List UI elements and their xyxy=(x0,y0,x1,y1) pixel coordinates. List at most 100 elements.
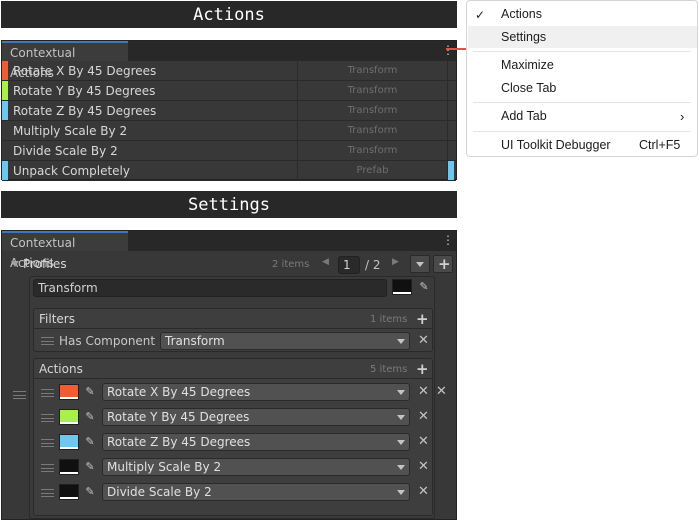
chevron-down-icon xyxy=(397,415,405,420)
profiles-label[interactable]: Profiles xyxy=(23,257,67,271)
action-right-strip xyxy=(448,61,454,80)
drag-handle-icon[interactable] xyxy=(41,389,54,397)
menu-separator xyxy=(473,102,691,103)
action-right-strip xyxy=(448,101,454,120)
action-row[interactable]: Rotate Z By 45 Degrees Transform xyxy=(2,101,456,121)
actions-label: Actions xyxy=(39,362,83,376)
eyedropper-icon[interactable]: ✎ xyxy=(82,484,98,500)
action-name: Divide Scale By 2 xyxy=(8,141,298,160)
drag-handle-icon[interactable] xyxy=(41,489,54,497)
action-name: Multiply Scale By 2 xyxy=(8,121,298,140)
chevron-right-icon: › xyxy=(680,109,685,124)
drag-handle-icon[interactable] xyxy=(41,464,54,472)
profiles-header: Profiles 2 items ◀ 1 / 2 ▶ + xyxy=(2,254,456,276)
menu-item-close-tab[interactable]: Close Tab xyxy=(501,78,556,98)
filter-label: Has Component xyxy=(59,334,156,348)
action-row[interactable]: Multiply Scale By 2 Transform xyxy=(2,121,456,141)
remove-action-icon[interactable]: ✕ xyxy=(418,435,429,449)
action-color-swatch[interactable] xyxy=(59,384,79,400)
action-value: Rotate Y By 45 Degrees xyxy=(107,410,250,424)
profile-drag-handle-icon[interactable] xyxy=(13,391,26,399)
eyedropper-icon[interactable]: ✎ xyxy=(82,384,98,400)
remove-action-icon[interactable]: ✕ xyxy=(418,385,429,399)
action-name: Unpack Completely xyxy=(8,161,298,180)
actions-section-title: Actions xyxy=(1,1,457,28)
next-page-icon[interactable]: ▶ xyxy=(392,257,399,267)
action-right-strip xyxy=(448,141,454,160)
action-row[interactable]: Divide Scale By 2 Transform xyxy=(2,141,456,161)
action-type-dropdown[interactable]: Rotate Z By 45 Degrees xyxy=(102,433,410,451)
prev-page-icon[interactable]: ◀ xyxy=(322,257,329,267)
action-row[interactable]: Rotate X By 45 Degrees Transform xyxy=(2,61,456,81)
action-row[interactable]: Rotate Y By 45 Degrees Transform xyxy=(2,81,456,101)
action-setting-row: ✎ Multiply Scale By 2 ✕ xyxy=(34,455,432,480)
menu-item-settings[interactable]: Settings xyxy=(501,27,546,47)
filters-count: 1 items xyxy=(370,314,408,325)
eyedropper-icon[interactable]: ✎ xyxy=(82,459,98,475)
action-type-dropdown[interactable]: Rotate X By 45 Degrees xyxy=(102,383,410,401)
settings-tabbar: Contextual Actions ⋮ xyxy=(2,231,456,270)
page-input[interactable]: 1 xyxy=(338,256,360,274)
eyedropper-icon[interactable]: ✎ xyxy=(82,409,98,425)
menu-item-maximize[interactable]: Maximize xyxy=(501,55,554,75)
actions-section: Actions 5 items + ✎ Rotate X By 45 Degre… xyxy=(33,358,433,516)
menu-separator xyxy=(473,51,691,52)
chevron-down-icon xyxy=(397,390,405,395)
action-setting-row: ✎ Rotate Y By 45 Degrees ✕ xyxy=(34,405,432,430)
remove-action-icon[interactable]: ✕ xyxy=(418,485,429,499)
action-type-dropdown[interactable]: Divide Scale By 2 xyxy=(102,483,410,501)
add-profile-button[interactable]: + xyxy=(433,255,453,273)
kebab-menu-icon[interactable]: ⋮ xyxy=(442,234,454,246)
menu-item-ui-toolkit-debugger[interactable]: UI Toolkit Debugger xyxy=(501,135,611,155)
profile-name-input[interactable]: Transform xyxy=(33,279,387,297)
chevron-down-icon xyxy=(397,465,405,470)
filters-section: Filters 1 items + Has Component Transfor… xyxy=(33,308,433,352)
settings-window: Contextual Actions ⋮ Profiles 2 items ◀ … xyxy=(1,230,457,520)
remove-action-icon[interactable]: ✕ xyxy=(418,410,429,424)
action-type-dropdown[interactable]: Multiply Scale By 2 xyxy=(102,458,410,476)
filters-header: Filters 1 items + xyxy=(34,309,432,329)
action-right-strip xyxy=(448,121,454,140)
action-color-swatch[interactable] xyxy=(59,409,79,425)
actions-tabbar: Contextual Actions ⋮ xyxy=(2,41,456,80)
action-name: Rotate X By 45 Degrees xyxy=(8,61,298,80)
action-color-swatch[interactable] xyxy=(59,459,79,475)
eyedropper-icon[interactable]: ✎ xyxy=(82,434,98,450)
eyedropper-icon[interactable]: ✎ xyxy=(416,279,432,295)
action-row[interactable]: Unpack Completely Prefab xyxy=(2,161,456,181)
menu-separator xyxy=(473,131,691,132)
action-category: Transform xyxy=(298,81,448,100)
action-value: Multiply Scale By 2 xyxy=(107,460,222,474)
action-color-swatch[interactable] xyxy=(59,484,79,500)
filter-value: Transform xyxy=(165,334,225,348)
action-category: Transform xyxy=(298,101,448,120)
chevron-down-icon xyxy=(397,490,405,495)
drag-handle-icon[interactable] xyxy=(41,337,54,345)
chevron-down-icon xyxy=(397,339,405,344)
tab-contextual-actions[interactable]: Contextual Actions xyxy=(2,231,128,270)
remove-profile-icon[interactable]: ✕ xyxy=(436,385,447,399)
action-setting-row: ✎ Divide Scale By 2 ✕ xyxy=(34,480,432,505)
tab-contextual-actions[interactable]: Contextual Actions xyxy=(2,41,128,80)
checkmark-icon: ✓ xyxy=(475,8,486,22)
remove-action-icon[interactable]: ✕ xyxy=(418,460,429,474)
menu-item-add-tab[interactable]: Add Tab xyxy=(501,106,547,126)
add-action-icon[interactable]: + xyxy=(416,362,429,377)
drag-handle-icon[interactable] xyxy=(41,414,54,422)
remove-filter-icon[interactable]: ✕ xyxy=(418,334,429,348)
profile-dropdown-button[interactable] xyxy=(410,255,430,273)
filter-row: Has Component Transform ✕ xyxy=(34,330,432,352)
filters-label: Filters xyxy=(39,312,75,326)
profile-color-swatch[interactable] xyxy=(392,279,412,295)
settings-section-title: Settings xyxy=(1,191,457,218)
chevron-down-icon xyxy=(397,440,405,445)
action-type-dropdown[interactable]: Rotate Y By 45 Degrees xyxy=(102,408,410,426)
menu-item-actions[interactable]: Actions xyxy=(501,4,542,24)
foldout-arrow-icon[interactable] xyxy=(11,261,19,267)
debugger-shortcut: Ctrl+F5 xyxy=(639,138,681,152)
action-name: Rotate Z By 45 Degrees xyxy=(8,101,298,120)
add-filter-icon[interactable]: + xyxy=(416,312,429,327)
filter-type-dropdown[interactable]: Transform xyxy=(160,332,410,350)
drag-handle-icon[interactable] xyxy=(41,439,54,447)
action-color-swatch[interactable] xyxy=(59,434,79,450)
